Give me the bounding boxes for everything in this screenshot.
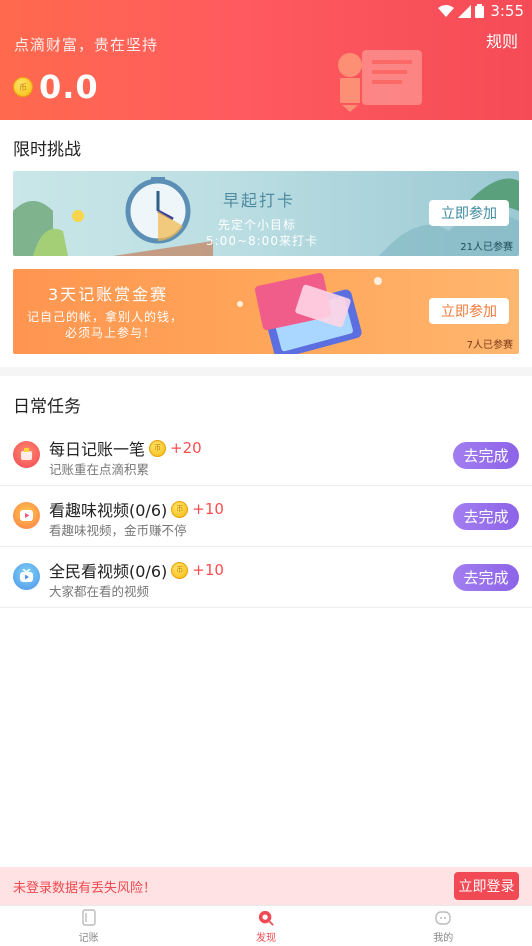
participants-count: 21人已参赛 (460, 242, 513, 253)
login-warning-bar: 未登录数据有丢失风险！ 立即登录 (0, 867, 532, 905)
coin-icon: 币 (171, 561, 189, 579)
phone-money-illustration-icon (237, 272, 382, 354)
task-reward: +10 (192, 561, 224, 579)
login-button[interactable]: 立即登录 (454, 872, 519, 900)
rules-link[interactable]: 规则 (486, 28, 518, 52)
task-item: 全民看视频(0/6) 币 +10 大家都在看的视频 去完成 (0, 547, 532, 608)
task-reward: +10 (192, 500, 224, 518)
wifi-icon (438, 4, 455, 17)
alarm-clock-illustration-icon (13, 177, 213, 256)
nav-label: 发现 (255, 932, 276, 944)
notebook-icon (81, 909, 97, 927)
task-description: 记账重在点滴积累 (49, 462, 150, 477)
section-divider (0, 367, 532, 376)
status-time: 3:55 (490, 2, 524, 20)
complete-task-button[interactable]: 去完成 (453, 503, 519, 530)
banner-subtitle-line2: 必须马上参与！ (65, 326, 157, 340)
task-item: 看趣味视频(0/6) 币 +10 看趣味视频，金币赚不停 去完成 (0, 486, 532, 547)
piggy-bank-icon (13, 441, 40, 468)
task-title: 全民看视频(0/6) (49, 562, 168, 581)
balance-value: 0.0 (39, 68, 99, 106)
coin-balance: 币 0.0 (13, 68, 99, 106)
profile-face-icon (435, 909, 452, 927)
task-title: 每日记账一笔 (49, 440, 146, 459)
tv-play-icon (13, 563, 40, 590)
coin-icon: 币 (171, 500, 189, 518)
header: 3:55 点滴财富，贵在坚持 规则 币 0.0 (0, 0, 532, 120)
banner-subtitle-line1: 先定个小目标 (218, 218, 297, 232)
join-button[interactable]: 立即参加 (429, 200, 509, 226)
banner-bounty-challenge[interactable]: 3天记账赏金赛 记自己的帐，拿别人的钱， 必须马上参与！ 立即参加 7人已参赛 (13, 269, 519, 354)
task-name-row: 每日记账一笔 币 +20 (49, 436, 202, 460)
banner-subtitle-line1: 记自己的帐，拿别人的钱， (27, 310, 184, 324)
section-title-limited: 限时挑战 (13, 140, 81, 160)
complete-task-button[interactable]: 去完成 (453, 442, 519, 469)
coin-icon: 币 (149, 439, 167, 457)
task-name-row: 看趣味视频(0/6) 币 +10 (49, 497, 224, 521)
nav-label: 记账 (78, 932, 99, 944)
complete-task-button[interactable]: 去完成 (453, 564, 519, 591)
bottom-nav: 记账 发现 我的 (0, 905, 532, 946)
banner-early-checkin[interactable]: 早起打卡 先定个小目标 5:00~8:00来打卡 立即参加 21人已参赛 (13, 171, 519, 256)
warning-text: 未登录数据有丢失风险！ (13, 880, 157, 896)
banner-title: 早起打卡 (223, 191, 296, 210)
battery-icon (475, 4, 485, 18)
status-icons (438, 4, 485, 18)
daily-tasks-section: 日常任务 每日记账一笔 币 +20 记账重在点滴积累 去完成 看趣味视频(0/6… (0, 376, 532, 608)
banner-title: 3天记账赏金赛 (48, 285, 169, 304)
app-screen: 3:55 点滴财富，贵在坚持 规则 币 0.0 限时挑战 早起打卡 先定个小目标… (0, 0, 532, 946)
task-item: 每日记账一笔 币 +20 记账重在点滴积累 去完成 (0, 425, 532, 486)
task-description: 看趣味视频，金币赚不停 (49, 523, 187, 538)
section-title-daily: 日常任务 (13, 397, 81, 417)
nav-item-ledger[interactable]: 记账 (0, 906, 177, 946)
video-play-icon (13, 502, 40, 529)
nav-label: 我的 (433, 932, 454, 944)
task-title: 看趣味视频(0/6) (49, 501, 168, 520)
nav-item-mine[interactable]: 我的 (355, 906, 532, 946)
participants-count: 7人已参赛 (466, 340, 513, 351)
coin-icon: 币 (13, 77, 33, 97)
header-slogan: 点滴财富，贵在坚持 (14, 36, 159, 54)
status-bar: 3:55 (438, 0, 524, 22)
join-button[interactable]: 立即参加 (429, 298, 509, 324)
nav-item-discover[interactable]: 发现 (177, 906, 354, 946)
signal-icon (458, 4, 472, 18)
task-reward: +20 (170, 439, 202, 457)
ledger-illustration-icon (338, 50, 422, 112)
limited-challenges-section: 限时挑战 早起打卡 先定个小目标 5:00~8:00来打卡 立即参加 21人已参… (0, 120, 532, 354)
task-name-row: 全民看视频(0/6) 币 +10 (49, 558, 224, 582)
banner-subtitle-line2: 5:00~8:00来打卡 (206, 234, 318, 248)
task-description: 大家都在看的视频 (49, 584, 150, 599)
discover-search-icon (258, 909, 274, 927)
